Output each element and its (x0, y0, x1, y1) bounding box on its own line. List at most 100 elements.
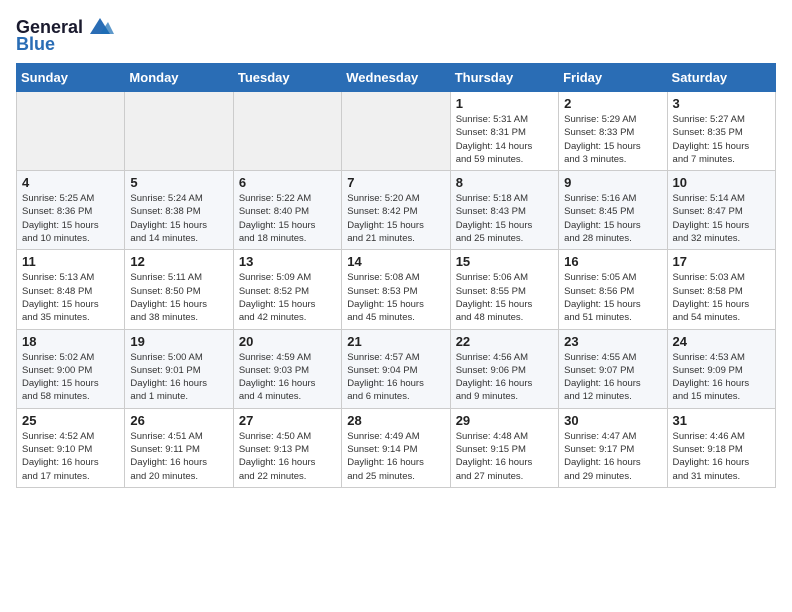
day-number: 18 (22, 334, 119, 349)
week-row-3: 18 Sunrise: 5:02 AM Sunset: 9:00 PM Dayli… (17, 329, 776, 408)
day-info: Sunrise: 4:52 AM Sunset: 9:10 PM Dayligh… (22, 430, 119, 483)
day-info: Sunrise: 5:22 AM Sunset: 8:40 PM Dayligh… (239, 192, 336, 245)
day-number: 15 (456, 254, 553, 269)
day-cell: 17Sunrise: 5:03 AM Sunset: 8:58 PM Dayli… (667, 250, 775, 329)
day-cell: 24 Sunrise: 4:53 AM Sunset: 9:09 PM Dayli… (667, 329, 775, 408)
day-info: Sunrise: 5:16 AM Sunset: 8:45 PM Dayligh… (564, 192, 661, 245)
day-number: 29 (456, 413, 553, 428)
day-number: 22 (456, 334, 553, 349)
calendar-table: SundayMondayTuesdayWednesdayThursdayFrid… (16, 63, 776, 488)
weekday-header-monday: Monday (125, 64, 233, 92)
day-cell: 30 Sunrise: 4:47 AM Sunset: 9:17 PM Dayli… (559, 408, 667, 487)
day-cell: 14 Sunrise: 5:08 AM Sunset: 8:53 PM Dayli… (342, 250, 450, 329)
day-info: Sunrise: 5:02 AM Sunset: 9:00 PM Dayligh… (22, 351, 119, 404)
day-info: Sunrise: 5:29 AM Sunset: 8:33 PM Dayligh… (564, 113, 661, 166)
day-number: 27 (239, 413, 336, 428)
day-cell: 23Sunrise: 4:55 AM Sunset: 9:07 PM Dayli… (559, 329, 667, 408)
day-info: Sunrise: 5:05 AM Sunset: 8:56 PM Dayligh… (564, 271, 661, 324)
day-cell: 19 Sunrise: 5:00 AM Sunset: 9:01 PM Dayli… (125, 329, 233, 408)
day-info: Sunrise: 5:18 AM Sunset: 8:43 PM Dayligh… (456, 192, 553, 245)
day-info: Sunrise: 5:06 AM Sunset: 8:55 PM Dayligh… (456, 271, 553, 324)
logo-blue-text: Blue (16, 34, 55, 55)
day-cell: 7 Sunrise: 5:20 AM Sunset: 8:42 PM Daylig… (342, 171, 450, 250)
logo-icon (86, 16, 114, 38)
day-info: Sunrise: 4:59 AM Sunset: 9:03 PM Dayligh… (239, 351, 336, 404)
day-number: 4 (22, 175, 119, 190)
day-cell: 2 Sunrise: 5:29 AM Sunset: 8:33 PM Daylig… (559, 92, 667, 171)
day-number: 6 (239, 175, 336, 190)
day-number: 14 (347, 254, 444, 269)
day-number: 20 (239, 334, 336, 349)
day-cell: 11 Sunrise: 5:13 AM Sunset: 8:48 PM Dayli… (17, 250, 125, 329)
day-info: Sunrise: 5:11 AM Sunset: 8:50 PM Dayligh… (130, 271, 227, 324)
day-number: 21 (347, 334, 444, 349)
day-number: 19 (130, 334, 227, 349)
day-cell: 4 Sunrise: 5:25 AM Sunset: 8:36 PM Daylig… (17, 171, 125, 250)
day-cell: 13 Sunrise: 5:09 AM Sunset: 8:52 PM Dayli… (233, 250, 341, 329)
day-number: 1 (456, 96, 553, 111)
day-number: 9 (564, 175, 661, 190)
day-number: 31 (673, 413, 770, 428)
day-cell: 15 Sunrise: 5:06 AM Sunset: 8:55 PM Dayli… (450, 250, 558, 329)
day-cell (17, 92, 125, 171)
weekday-header-saturday: Saturday (667, 64, 775, 92)
day-info: Sunrise: 4:48 AM Sunset: 9:15 PM Dayligh… (456, 430, 553, 483)
day-cell: 16 Sunrise: 5:05 AM Sunset: 8:56 PM Dayli… (559, 250, 667, 329)
day-info: Sunrise: 4:55 AM Sunset: 9:07 PM Dayligh… (564, 351, 661, 404)
day-info: Sunrise: 5:27 AM Sunset: 8:35 PM Dayligh… (673, 113, 770, 166)
day-info: Sunrise: 5:25 AM Sunset: 8:36 PM Dayligh… (22, 192, 119, 245)
weekday-header-friday: Friday (559, 64, 667, 92)
week-row-0: 1 Sunrise: 5:31 AM Sunset: 8:31 PM Daylig… (17, 92, 776, 171)
day-info: Sunrise: 5:20 AM Sunset: 8:42 PM Dayligh… (347, 192, 444, 245)
day-cell: 18 Sunrise: 5:02 AM Sunset: 9:00 PM Dayli… (17, 329, 125, 408)
day-info: Sunrise: 5:31 AM Sunset: 8:31 PM Dayligh… (456, 113, 553, 166)
day-cell: 22 Sunrise: 4:56 AM Sunset: 9:06 PM Dayli… (450, 329, 558, 408)
day-cell: 3Sunrise: 5:27 AM Sunset: 8:35 PM Daylig… (667, 92, 775, 171)
day-cell: 26Sunrise: 4:51 AM Sunset: 9:11 PM Dayli… (125, 408, 233, 487)
day-info: Sunrise: 4:53 AM Sunset: 9:09 PM Dayligh… (673, 351, 770, 404)
day-cell: 8 Sunrise: 5:18 AM Sunset: 8:43 PM Daylig… (450, 171, 558, 250)
weekday-header-thursday: Thursday (450, 64, 558, 92)
day-info: Sunrise: 4:49 AM Sunset: 9:14 PM Dayligh… (347, 430, 444, 483)
day-cell: 29 Sunrise: 4:48 AM Sunset: 9:15 PM Dayli… (450, 408, 558, 487)
day-cell: 25 Sunrise: 4:52 AM Sunset: 9:10 PM Dayli… (17, 408, 125, 487)
day-number: 13 (239, 254, 336, 269)
day-cell (125, 92, 233, 171)
weekday-header-tuesday: Tuesday (233, 64, 341, 92)
day-cell: 27Sunrise: 4:50 AM Sunset: 9:13 PM Dayli… (233, 408, 341, 487)
day-cell: 31Sunrise: 4:46 AM Sunset: 9:18 PM Dayli… (667, 408, 775, 487)
day-number: 16 (564, 254, 661, 269)
day-number: 24 (673, 334, 770, 349)
day-info: Sunrise: 4:47 AM Sunset: 9:17 PM Dayligh… (564, 430, 661, 483)
day-cell: 21Sunrise: 4:57 AM Sunset: 9:04 PM Dayli… (342, 329, 450, 408)
week-row-2: 11 Sunrise: 5:13 AM Sunset: 8:48 PM Dayli… (17, 250, 776, 329)
day-cell: 6 Sunrise: 5:22 AM Sunset: 8:40 PM Daylig… (233, 171, 341, 250)
day-info: Sunrise: 5:08 AM Sunset: 8:53 PM Dayligh… (347, 271, 444, 324)
day-number: 28 (347, 413, 444, 428)
day-info: Sunrise: 5:14 AM Sunset: 8:47 PM Dayligh… (673, 192, 770, 245)
day-cell: 12 Sunrise: 5:11 AM Sunset: 8:50 PM Dayli… (125, 250, 233, 329)
day-number: 8 (456, 175, 553, 190)
weekday-header-wednesday: Wednesday (342, 64, 450, 92)
day-info: Sunrise: 5:09 AM Sunset: 8:52 PM Dayligh… (239, 271, 336, 324)
day-number: 5 (130, 175, 227, 190)
day-info: Sunrise: 5:13 AM Sunset: 8:48 PM Dayligh… (22, 271, 119, 324)
day-number: 11 (22, 254, 119, 269)
day-cell: 9 Sunrise: 5:16 AM Sunset: 8:45 PM Daylig… (559, 171, 667, 250)
day-info: Sunrise: 4:56 AM Sunset: 9:06 PM Dayligh… (456, 351, 553, 404)
day-cell (233, 92, 341, 171)
day-number: 25 (22, 413, 119, 428)
day-number: 26 (130, 413, 227, 428)
day-number: 12 (130, 254, 227, 269)
day-cell: 10Sunrise: 5:14 AM Sunset: 8:47 PM Dayli… (667, 171, 775, 250)
week-row-4: 25 Sunrise: 4:52 AM Sunset: 9:10 PM Dayli… (17, 408, 776, 487)
day-number: 30 (564, 413, 661, 428)
day-info: Sunrise: 5:00 AM Sunset: 9:01 PM Dayligh… (130, 351, 227, 404)
week-row-1: 4 Sunrise: 5:25 AM Sunset: 8:36 PM Daylig… (17, 171, 776, 250)
weekday-header-row: SundayMondayTuesdayWednesdayThursdayFrid… (17, 64, 776, 92)
day-number: 7 (347, 175, 444, 190)
day-info: Sunrise: 5:03 AM Sunset: 8:58 PM Dayligh… (673, 271, 770, 324)
day-info: Sunrise: 5:24 AM Sunset: 8:38 PM Dayligh… (130, 192, 227, 245)
logo: General Blue (16, 16, 114, 55)
day-number: 2 (564, 96, 661, 111)
